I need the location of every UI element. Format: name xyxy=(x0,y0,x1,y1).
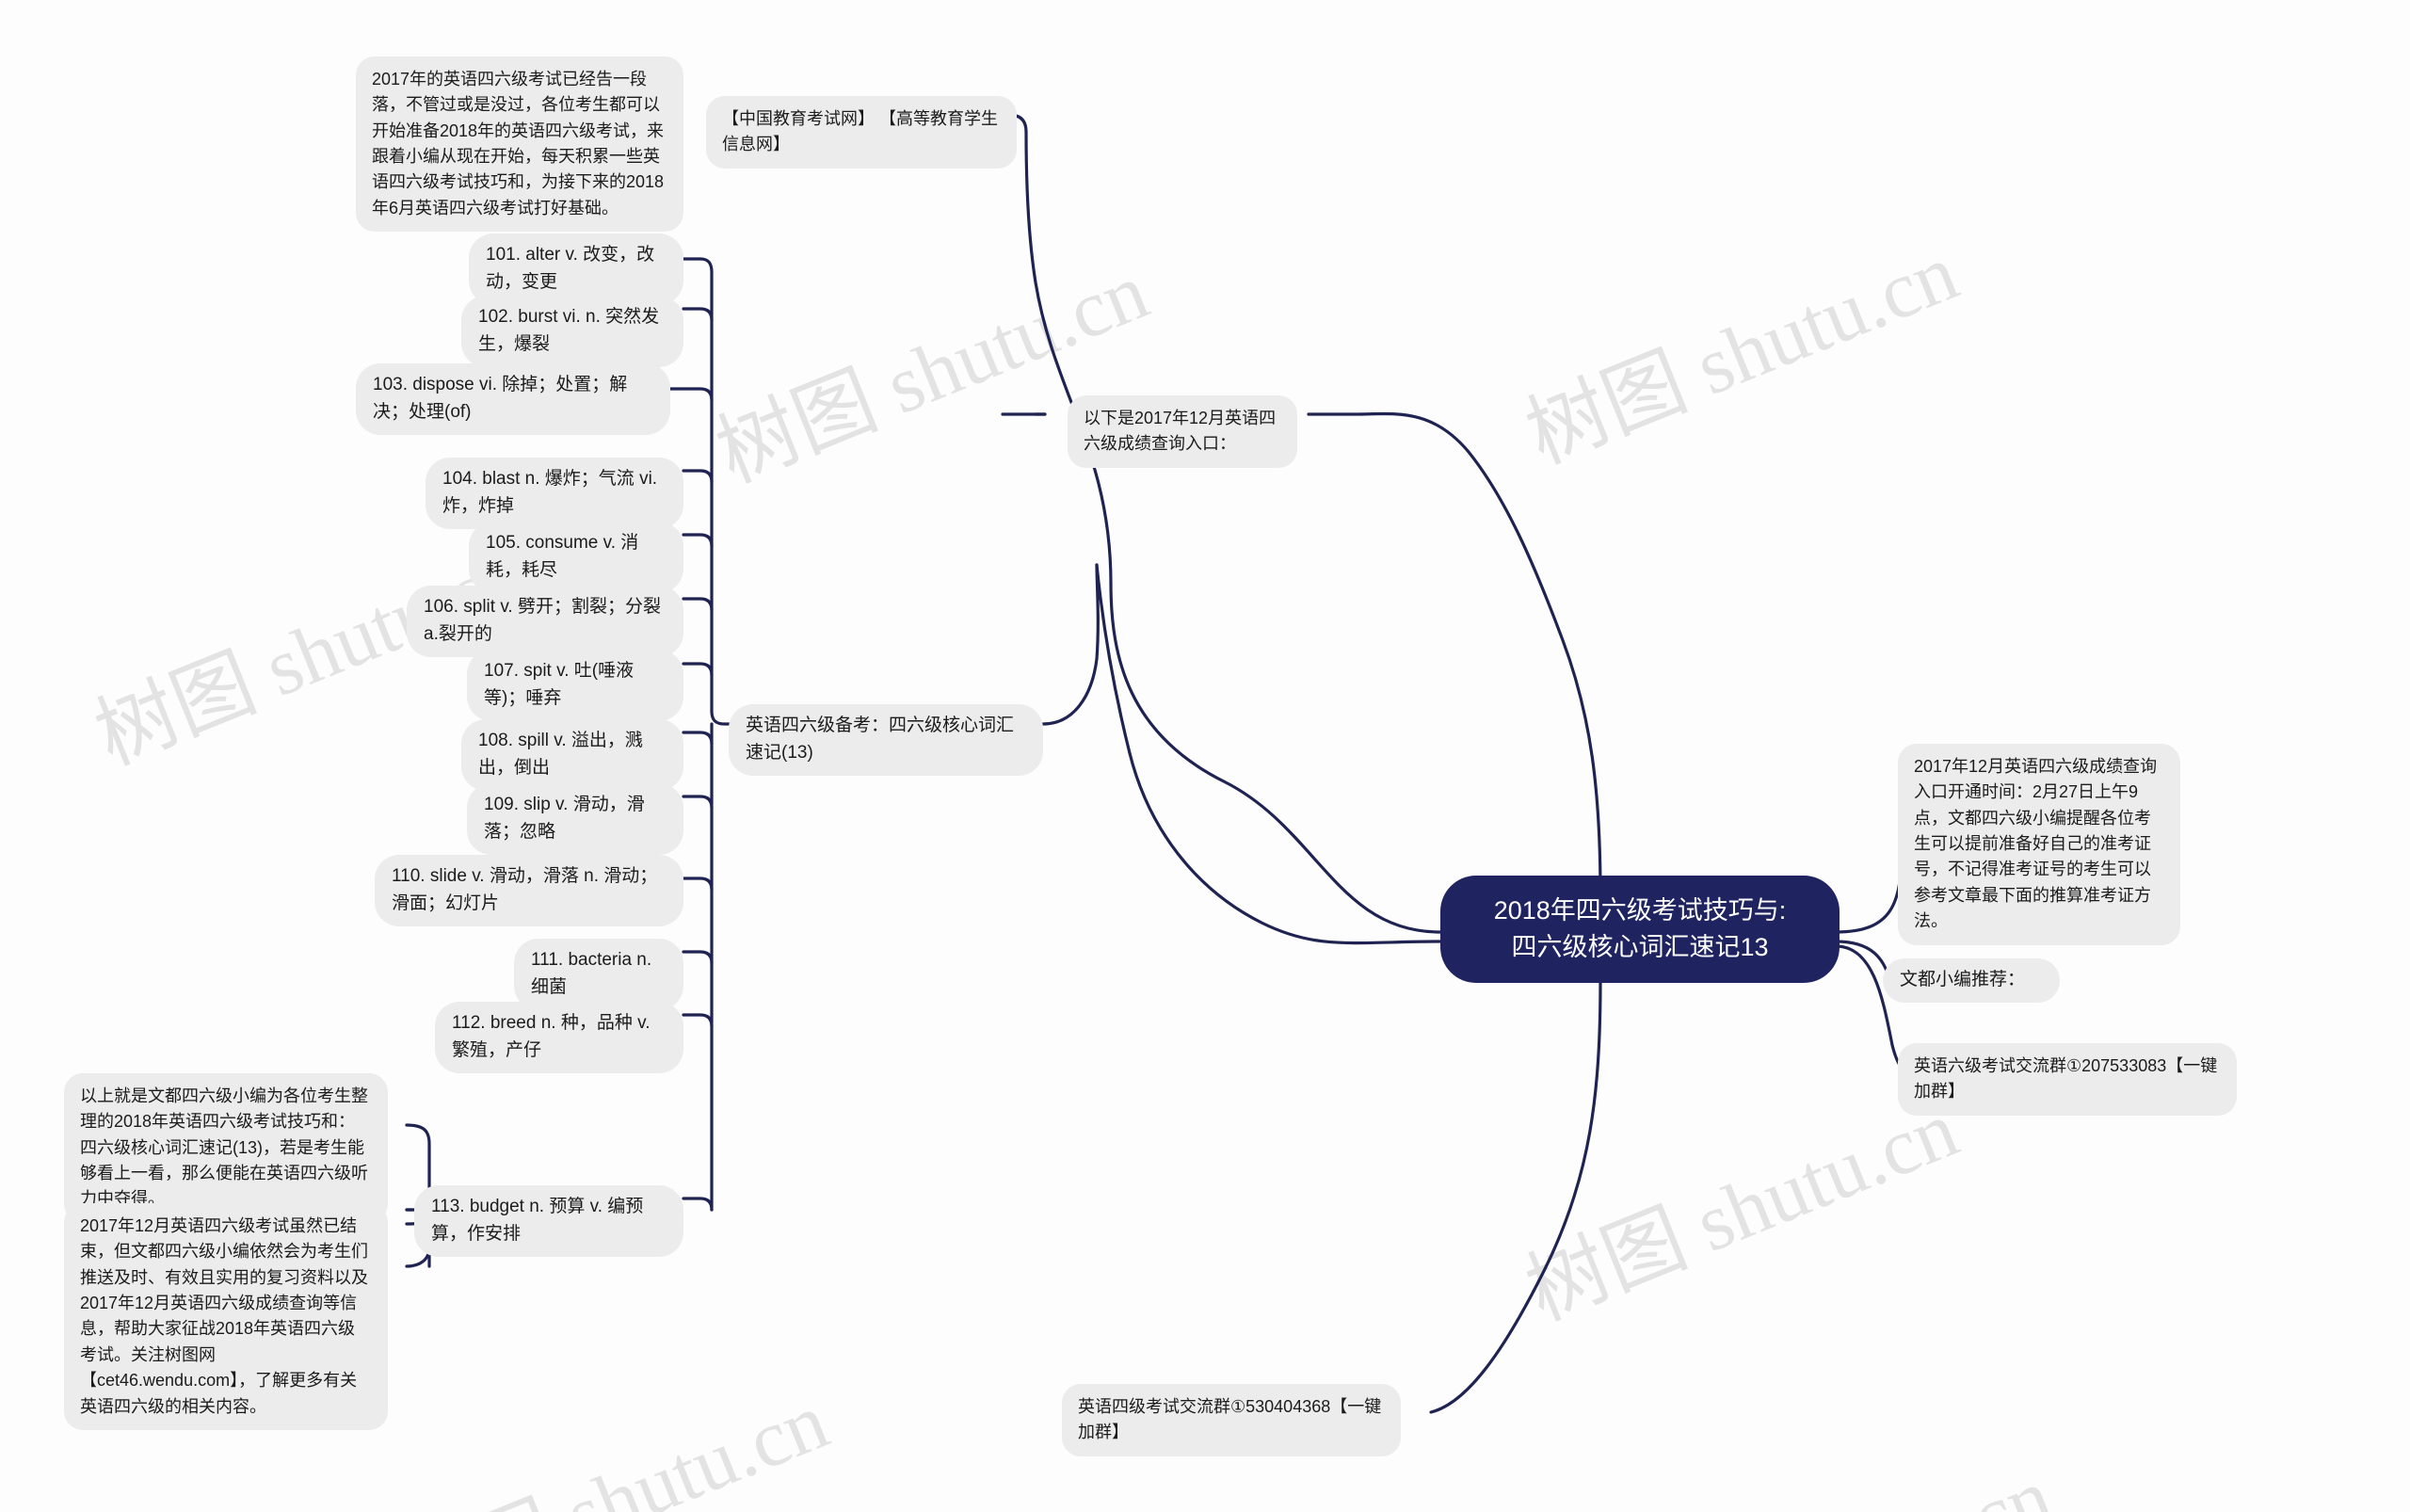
vocab-item-102[interactable]: 102. burst vi. n. 突然发生，爆裂 xyxy=(461,296,683,367)
vocab-item-103[interactable]: 103. dispose vi. 除掉；处置；解决；处理(of) xyxy=(356,363,670,435)
vocab-item-112[interactable]: 112. breed n. 种，品种 v. 繁殖，产仔 xyxy=(435,1002,683,1073)
score-open-time-node[interactable]: 2017年12月英语四六级成绩查询入口开通时间：2月27日上午9点，文都四六级小… xyxy=(1898,744,2180,945)
recommend-node[interactable]: 文都小编推荐： xyxy=(1883,958,2060,1003)
vocab-item-106[interactable]: 106. split v. 劈开；割裂；分裂 a.裂开的 xyxy=(407,586,683,657)
mindmap-canvas: 树图 shutu.cn 树图 shutu.cn 树图 shutu.cn 树图 s… xyxy=(0,0,2410,1512)
vocab-item-105[interactable]: 105. consume v. 消耗，耗尽 xyxy=(469,522,683,593)
closing-note-node[interactable]: 2017年12月英语四六级考试虽然已结束，但文都四六级小编依然会为考生们推送及时… xyxy=(64,1203,388,1430)
vocab-item-108[interactable]: 108. spill v. 溢出，溅出，倒出 xyxy=(461,719,683,791)
cet6-group-node[interactable]: 英语六级考试交流群①207533083【一键加群】 xyxy=(1898,1043,2237,1116)
vocab-item-104[interactable]: 104. blast n. 爆炸；气流 vi. 炸，炸掉 xyxy=(426,458,683,529)
vocab-item-110[interactable]: 110. slide v. 滑动，滑落 n. 滑动；滑面；幻灯片 xyxy=(375,855,683,926)
watermark: 树图 shutu.cn xyxy=(384,1375,840,1512)
root-node[interactable]: 2018年四六级考试技巧与: 四六级核心词汇速记13 xyxy=(1440,876,1840,984)
vocab-item-109[interactable]: 109. slip v. 滑动，滑落；忽略 xyxy=(467,783,683,855)
score-query-entry-node[interactable]: 以下是2017年12月英语四六级成绩查询入口： xyxy=(1068,395,1297,468)
vocab-item-111[interactable]: 111. bacteria n. 细菌 xyxy=(514,939,683,1010)
vocab-item-101[interactable]: 101. alter v. 改变，改动，变更 xyxy=(469,233,683,305)
root-line-1: 2018年四六级考试技巧与: xyxy=(1493,896,1787,925)
watermark: 树图 shutu.cn xyxy=(1600,1430,2065,1512)
cet4-group-node[interactable]: 英语四级考试交流群①530404368【一键加群】 xyxy=(1062,1384,1401,1456)
education-sites-node[interactable]: 【中国教育考试网】 【高等教育学生信息网】 xyxy=(706,96,1017,169)
intro-summary-node[interactable]: 2017年的英语四六级考试已经告一段落，不管过或是没过，各位考生都可以开始准备2… xyxy=(356,56,683,233)
vocab-item-113[interactable]: 113. budget n. 预算 v. 编预算，作安排 xyxy=(414,1185,683,1257)
watermark: 树图 shutu.cn xyxy=(1514,226,1969,481)
vocab-branch-label[interactable]: 英语四六级备考：四六级核心词汇速记(13) xyxy=(729,704,1043,776)
closing-summary-node[interactable]: 以上就是文都四六级小编为各位考生整理的2018年英语四六级考试技巧和：四六级核心… xyxy=(64,1073,388,1223)
root-line-2: 四六级核心词汇速记13 xyxy=(1511,933,1769,962)
vocab-item-107[interactable]: 107. spit v. 吐(唾液等)；唾弃 xyxy=(467,650,683,721)
